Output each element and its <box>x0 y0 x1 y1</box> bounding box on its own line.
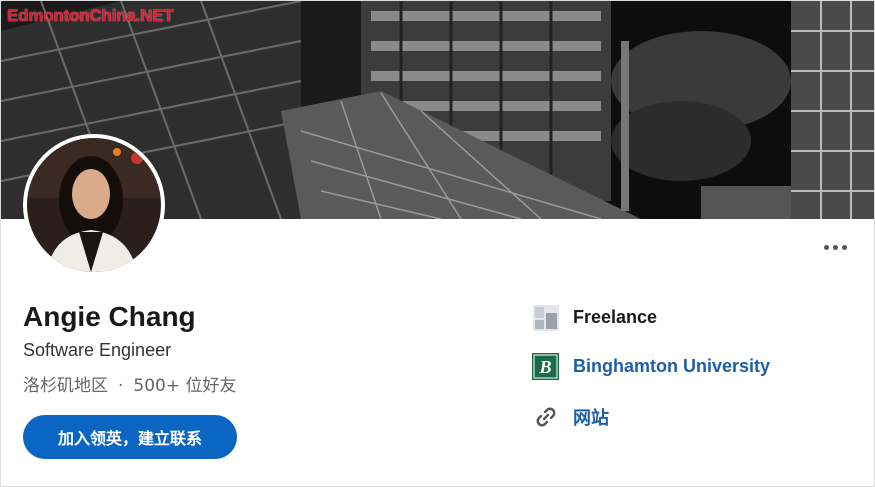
more-options-button[interactable] <box>815 234 855 260</box>
profile-card: EdmontonChina.NET Angie Chang Software E… <box>0 0 875 487</box>
watermark-text: EdmontonChina.NET <box>7 6 174 25</box>
location-text: 洛杉矶地区 <box>23 376 108 396</box>
sidebar-item-school[interactable]: B Binghamton University <box>532 353 770 380</box>
school-label[interactable]: Binghamton University <box>573 356 770 377</box>
profile-meta: 洛杉矶地区 · 500+ 位好友 <box>23 371 237 396</box>
connect-button[interactable]: 加入领英，建立联系 <box>23 415 237 459</box>
avatar[interactable] <box>23 134 165 276</box>
sidebar-item-website[interactable]: 网站 <box>532 403 609 430</box>
profile-headline: Software Engineer <box>23 340 172 360</box>
website-label[interactable]: 网站 <box>573 404 609 430</box>
school-logo-letter: B <box>538 357 551 377</box>
school-logo-icon: B <box>532 353 559 380</box>
company-label: Freelance <box>573 307 658 327</box>
link-icon <box>532 403 559 430</box>
sidebar-item-company: Freelance <box>532 304 657 331</box>
more-icon <box>823 244 829 250</box>
company-logo-icon <box>532 304 559 331</box>
profile-name: Angie Chang <box>23 301 196 332</box>
connections-text: 500+ 位好友 <box>133 376 237 396</box>
separator: · <box>118 376 124 396</box>
